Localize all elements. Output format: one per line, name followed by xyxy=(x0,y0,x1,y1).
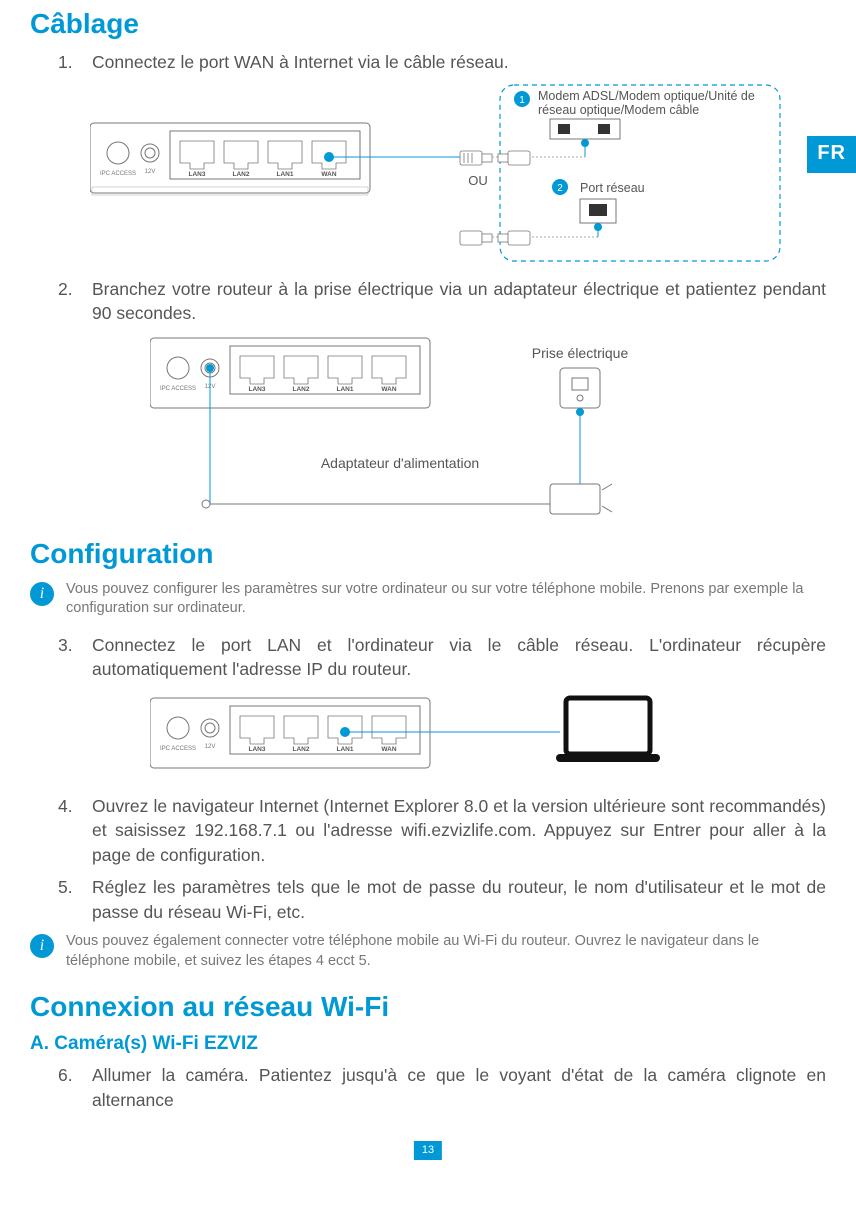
step-5-number: 5. xyxy=(58,875,92,924)
step-6: 6. Allumer la caméra. Patientez jusqu'à … xyxy=(58,1063,826,1112)
info-icon: i xyxy=(30,934,54,958)
svg-text:LAN3: LAN3 xyxy=(249,386,266,393)
svg-text:Port réseau: Port réseau xyxy=(580,181,645,195)
svg-text:LAN1: LAN1 xyxy=(277,171,294,178)
info-note-1-text: Vous pouvez configurer les paramètres su… xyxy=(66,580,826,619)
step-1-text: Connectez le port WAN à Internet via le … xyxy=(92,50,826,75)
wifi-subheading: A. Caméra(s) Wi-Fi EZVIZ xyxy=(30,1033,826,1055)
configuration-heading: Configuration xyxy=(30,538,826,570)
svg-text:WAN: WAN xyxy=(381,386,396,393)
info-note-2-text: Vous pouvez également connecter votre té… xyxy=(66,932,826,971)
svg-text:2: 2 xyxy=(557,183,563,194)
svg-text:IPC ACCESS: IPC ACCESS xyxy=(160,386,196,392)
svg-text:Adaptateur d'alimentation: Adaptateur d'alimentation xyxy=(321,455,479,471)
step-1: 1. Connectez le port WAN à Internet via … xyxy=(58,50,826,75)
step-6-text: Allumer la caméra. Patientez jusqu'à ce … xyxy=(92,1063,826,1112)
page-number: 13 xyxy=(414,1141,442,1160)
svg-text:12V: 12V xyxy=(205,744,216,750)
step-1-number: 1. xyxy=(58,50,92,75)
step-4-number: 4. xyxy=(58,794,92,868)
step-5-text: Réglez les paramètres tels que le mot de… xyxy=(92,875,826,924)
info-note-2: i Vous pouvez également connecter votre … xyxy=(30,932,826,971)
step-4: 4. Ouvrez le navigateur Internet (Intern… xyxy=(58,794,826,868)
info-icon: i xyxy=(30,582,54,606)
step-3-number: 3. xyxy=(58,633,92,682)
step-3: 3. Connectez le port LAN et l'ordinateur… xyxy=(58,633,826,682)
svg-text:LAN3: LAN3 xyxy=(249,746,266,753)
svg-text:IPC ACCESS: IPC ACCESS xyxy=(160,746,196,752)
step-3-text: Connectez le port LAN et l'ordinateur vi… xyxy=(92,633,826,682)
diagram-power-connection: IPC ACCESS 12V LAN3 LAN2 LAN1 WAN Prise … xyxy=(150,334,826,524)
svg-text:LAN2: LAN2 xyxy=(293,386,310,393)
cablage-heading: Câblage xyxy=(30,8,826,40)
wifi-heading: Connexion au réseau Wi-Fi xyxy=(30,991,826,1023)
step-2-text: Branchez votre routeur à la prise électr… xyxy=(92,277,826,326)
svg-text:LAN1: LAN1 xyxy=(337,386,354,393)
step-2-number: 2. xyxy=(58,277,92,326)
diagram-wan-connection: IPC ACCESS 12V LAN3 LAN2 LAN1 WAN OU 1 M… xyxy=(90,83,826,263)
svg-text:1: 1 xyxy=(519,95,525,106)
modem-label: Modem ADSL/Modem optique/Unité de réseau… xyxy=(538,89,768,118)
svg-text:IPC ACCESS: IPC ACCESS xyxy=(100,171,136,177)
svg-text:LAN1: LAN1 xyxy=(337,746,354,753)
svg-text:OU: OU xyxy=(468,173,488,188)
step-5: 5. Réglez les paramètres tels que le mot… xyxy=(58,875,826,924)
step-6-number: 6. xyxy=(58,1063,92,1112)
svg-text:12V: 12V xyxy=(145,169,156,175)
info-note-1: i Vous pouvez configurer les paramètres … xyxy=(30,580,826,619)
svg-text:Prise électrique: Prise électrique xyxy=(532,345,629,361)
svg-text:LAN2: LAN2 xyxy=(233,171,250,178)
step-2: 2. Branchez votre routeur à la prise éle… xyxy=(58,277,826,326)
svg-text:LAN2: LAN2 xyxy=(293,746,310,753)
svg-text:WAN: WAN xyxy=(321,171,336,178)
svg-text:WAN: WAN xyxy=(381,746,396,753)
step-4-text: Ouvrez le navigateur Internet (Internet … xyxy=(92,794,826,868)
svg-text:LAN3: LAN3 xyxy=(189,171,206,178)
diagram-lan-computer: IPC ACCESS 12V LAN3 LAN2 LAN1 WAN xyxy=(150,690,826,780)
